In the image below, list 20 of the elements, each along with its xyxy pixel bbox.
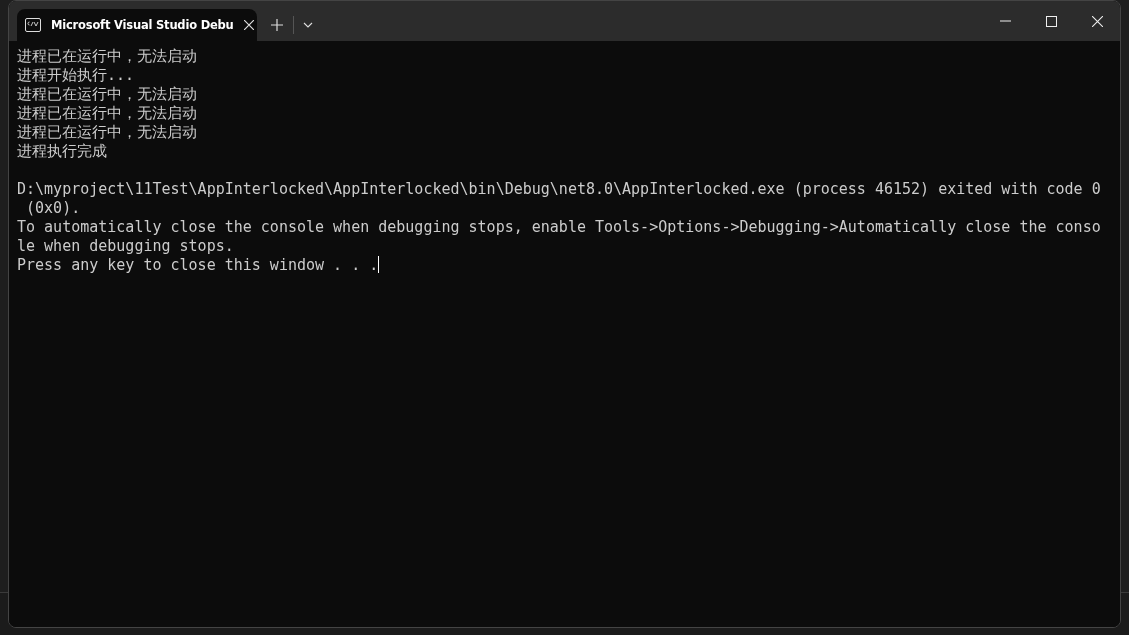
console-line: 进程已在运行中，无法启动 <box>17 85 197 103</box>
console-line: D:\myproject\11Test\AppInterlocked\AppInterlocked\bin\Debug\net8.0\AppInterlocked.exe (process 46152) exited with code 0 <box>17 180 1101 198</box>
console-icon <box>25 18 41 32</box>
close-icon <box>243 20 254 30</box>
console-line: Press any key to close this window . . . <box>17 256 379 274</box>
console-line: 进程执行完成 <box>17 142 107 160</box>
minimize-icon <box>999 20 1011 22</box>
plus-icon <box>271 19 283 31</box>
console-line: le when debugging stops. <box>17 237 234 255</box>
console-line: 进程已在运行中，无法启动 <box>17 123 197 141</box>
close-icon <box>1091 15 1103 27</box>
chevron-down-icon <box>303 22 313 28</box>
console-line: To automatically close the console when debugging stops, enable Tools->Options->Debugging->Automatically close the conso <box>17 218 1101 236</box>
console-line: 进程已在运行中，无法启动 <box>17 104 197 122</box>
terminal-tab[interactable]: Microsoft Visual Studio Debu <box>17 9 257 41</box>
console-line: (0x0). <box>25 199 81 217</box>
console-line: 进程开始执行... <box>17 66 135 84</box>
tab-title: Microsoft Visual Studio Debu <box>51 18 234 32</box>
console-line: 进程已在运行中，无法启动 <box>17 47 197 65</box>
maximize-icon <box>1045 15 1057 27</box>
